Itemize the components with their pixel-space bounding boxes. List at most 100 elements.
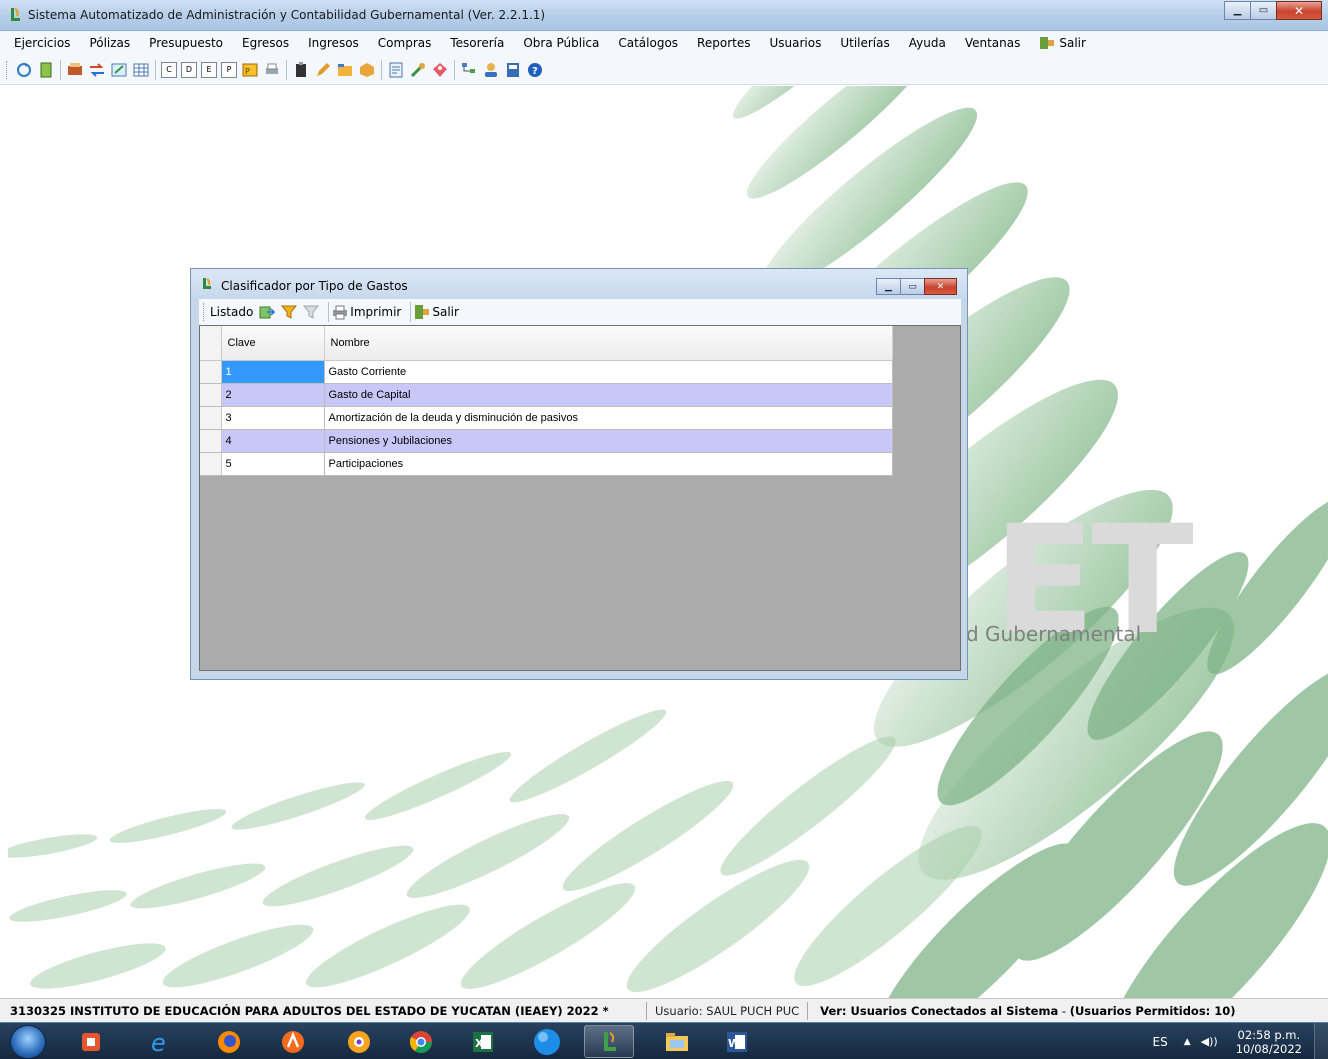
child-maximize-button[interactable]: ▭ [900, 278, 925, 295]
taskbar-firefox[interactable] [204, 1025, 254, 1058]
taskbar-excel[interactable]: X [458, 1025, 508, 1058]
cell-clave[interactable]: 1 [221, 360, 325, 384]
cell-nombre[interactable]: Pensiones y Jubilaciones [324, 429, 893, 453]
menu-polizas[interactable]: Pólizas [89, 36, 130, 50]
table-row[interactable]: 1 Gasto Corriente [200, 360, 893, 384]
connected-users-link[interactable]: Ver: Usuarios Conectados al Sistema [820, 1004, 1058, 1018]
cell-nombre[interactable]: Gasto Corriente [324, 360, 893, 384]
clipboard-icon[interactable] [292, 61, 310, 79]
taskbar-word[interactable]: W [712, 1025, 762, 1058]
cell-nombre[interactable]: Gasto de Capital [324, 383, 893, 407]
tools-icon[interactable] [409, 61, 427, 79]
menu-reportes[interactable]: Reportes [697, 36, 750, 50]
taskbar-globe-app[interactable] [522, 1025, 572, 1058]
table-row[interactable]: 2 Gasto de Capital [200, 383, 893, 407]
menu-obra-publica[interactable]: Obra Pública [523, 36, 599, 50]
filter-icon[interactable] [281, 304, 298, 320]
document-icon[interactable] [37, 61, 55, 79]
grid-header-row: Clave Nombre [200, 326, 893, 361]
letter-c-icon[interactable]: C [161, 61, 177, 78]
toolbar-grip[interactable] [6, 60, 9, 79]
status-connected-users[interactable]: Ver: Usuarios Conectados al Sistema - (U… [808, 1004, 1235, 1018]
row-header[interactable] [200, 452, 222, 476]
row-header[interactable] [200, 383, 222, 407]
edit-table-icon[interactable] [110, 61, 128, 79]
folder-icon[interactable] [336, 61, 354, 79]
row-header[interactable] [200, 429, 222, 453]
cell-clave[interactable]: 4 [221, 429, 325, 453]
taskbar-chrome[interactable] [396, 1025, 446, 1058]
menu-utilerias[interactable]: Utilerías [840, 36, 889, 50]
menu-ventanas[interactable]: Ventanas [965, 36, 1021, 50]
start-button[interactable] [10, 1025, 46, 1059]
cell-nombre[interactable]: Amortización de la deuda y disminución d… [324, 406, 893, 430]
refresh-icon[interactable] [15, 61, 33, 79]
menu-tesoreria[interactable]: Tesorería [450, 36, 504, 50]
menu-usuarios[interactable]: Usuarios [769, 36, 821, 50]
cell-clave[interactable]: 5 [221, 452, 325, 476]
help-icon[interactable]: ? [526, 61, 544, 79]
menu-egresos[interactable]: Egresos [242, 36, 289, 50]
grid-icon[interactable] [132, 61, 150, 79]
letter-e-icon[interactable]: E [201, 61, 217, 78]
table-row[interactable]: 3 Amortización de la deuda y disminución… [200, 406, 893, 430]
menu-compras[interactable]: Compras [378, 36, 432, 50]
clock-date: 10/08/2022 [1235, 1041, 1302, 1056]
volume-icon[interactable]: ◀)) [1201, 1035, 1218, 1048]
notebook-icon[interactable] [504, 61, 522, 79]
menu-ejercicios[interactable]: Ejercicios [14, 36, 70, 50]
close-button[interactable]: ✕ [1276, 1, 1322, 20]
printer-icon[interactable] [332, 304, 348, 320]
user-icon[interactable] [482, 61, 500, 79]
taskbar-saacg[interactable] [584, 1025, 634, 1058]
print-icon[interactable] [263, 61, 281, 79]
tree-icon[interactable] [460, 61, 478, 79]
menu-presupuesto[interactable]: Presupuesto [149, 36, 223, 50]
menu-salir[interactable]: Salir [1039, 36, 1086, 50]
menu-ingresos[interactable]: Ingresos [308, 36, 359, 50]
taskbar-file-explorer[interactable] [652, 1025, 702, 1058]
maximize-button[interactable]: ▭ [1250, 1, 1277, 20]
table-row[interactable]: 4 Pensiones y Jubilaciones [200, 429, 893, 453]
export-icon[interactable] [259, 304, 276, 320]
tags-icon[interactable] [431, 61, 449, 79]
row-header[interactable] [200, 406, 222, 430]
toolbar-grip[interactable] [203, 303, 206, 321]
report-icon[interactable] [387, 61, 405, 79]
toolbar-separator [381, 59, 382, 80]
table-row[interactable]: 5 Participaciones [200, 452, 893, 476]
budget-icon[interactable]: P [241, 61, 259, 79]
column-header-nombre[interactable]: Nombre [324, 326, 893, 361]
register-icon[interactable] [66, 61, 84, 79]
salir-button[interactable]: Salir [432, 305, 459, 319]
taskbar-outlook[interactable] [66, 1025, 116, 1058]
cell-clave[interactable]: 2 [221, 383, 325, 407]
menu-ayuda[interactable]: Ayuda [909, 36, 946, 50]
taskbar-internet-explorer[interactable]: e [136, 1025, 186, 1058]
cell-nombre[interactable]: Participaciones [324, 452, 893, 476]
letter-d-icon[interactable]: D [181, 61, 197, 78]
cell-clave[interactable]: 3 [221, 406, 325, 430]
letter-p-icon[interactable]: P [221, 61, 237, 78]
listado-button[interactable]: Listado [210, 305, 253, 319]
box-icon[interactable] [358, 61, 376, 79]
tray-expand-icon[interactable]: ▲ [1184, 1037, 1191, 1047]
child-title-bar[interactable]: Clasificador por Tipo de Gastos ▁ ▭ ✕ [191, 269, 967, 299]
column-header-clave[interactable]: Clave [221, 326, 325, 361]
child-close-button[interactable]: ✕ [924, 278, 957, 295]
row-header[interactable] [200, 360, 222, 384]
child-minimize-button[interactable]: ▁ [876, 278, 901, 295]
clear-filter-icon[interactable] [303, 304, 320, 320]
show-desktop-button[interactable] [1314, 1023, 1328, 1059]
taskbar-app-orange[interactable] [334, 1025, 384, 1058]
clock[interactable]: 02:58 p.m. 10/08/2022 [1236, 1028, 1302, 1056]
exit-door-icon[interactable] [414, 304, 430, 320]
imprimir-button[interactable]: Imprimir [350, 305, 401, 319]
taskbar-avast[interactable] [268, 1025, 318, 1058]
pencil-icon[interactable] [314, 61, 332, 79]
language-indicator[interactable]: ES [1153, 1035, 1168, 1049]
transfer-icon[interactable] [88, 61, 106, 79]
minimize-button[interactable]: ▁ [1224, 1, 1251, 20]
menu-catalogos[interactable]: Catálogos [618, 36, 678, 50]
row-header-corner[interactable] [200, 326, 222, 361]
